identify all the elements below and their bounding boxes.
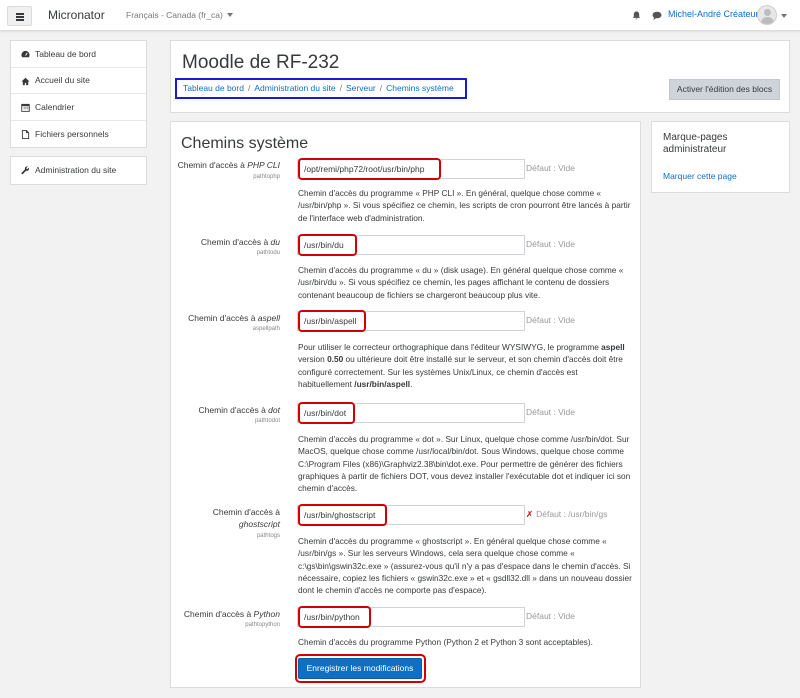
- setting-label-prefix: Chemin d'accès à: [188, 313, 258, 323]
- setting-label-pathtodot: Chemin d'accès à dot: [199, 404, 280, 416]
- setting-label-emphasis: Python: [253, 609, 280, 619]
- highlight-annotation: [295, 654, 426, 683]
- setting-key: pathtodot: [254, 418, 280, 424]
- site-name-link[interactable]: Micronator: [48, 8, 105, 22]
- drawer-item-site-admin[interactable]: Administration du site: [11, 157, 146, 184]
- setting-key: pathtogs: [256, 533, 280, 539]
- home-icon: [21, 77, 30, 85]
- breadcrumb-separator: /: [379, 83, 383, 93]
- setting-description: Chemin d'accès du programme Python (Pyth…: [298, 637, 593, 647]
- setting-description: Chemin d'accès du programme « PHP CLI ».…: [298, 188, 631, 223]
- drawer-item-label: Tableau de bord: [35, 48, 96, 59]
- description-text: .: [410, 378, 413, 389]
- bookmark-this-page-link[interactable]: Marquer cette page: [663, 171, 737, 181]
- setting-label-prefix: Chemin d'accès à: [183, 609, 254, 619]
- breadcrumb: Tableau de bord / Administration du site / S…: [175, 78, 467, 99]
- description-bold: aspell: [601, 342, 625, 352]
- setting-key: pathtopython: [245, 622, 280, 628]
- setting-label-prefix: Chemin d'accès à: [198, 405, 269, 415]
- user-menu-chevron-icon[interactable]: [781, 14, 787, 18]
- user-name[interactable]: Michel-André Créateur: [668, 9, 759, 19]
- setting-label-emphasis: aspell: [257, 313, 280, 323]
- top-navbar: Micronator Français - Canada (fr_ca) Mic…: [0, 0, 800, 31]
- bell-icon[interactable]: [632, 11, 641, 20]
- setting-description: Chemin d'accès du programme « dot ». Sur…: [298, 434, 631, 494]
- setting-label-pathtogs: Chemin d'accès à ghostscript: [190, 506, 280, 530]
- section-title: Chemins système: [181, 135, 309, 152]
- drawer-item-home[interactable]: Accueil du site: [11, 68, 146, 94]
- default-value: Défaut : Vide: [526, 611, 575, 621]
- breadcrumb-server[interactable]: Serveur: [346, 83, 376, 93]
- dashboard-icon: [21, 50, 30, 58]
- settings-form: Chemins système Chemin d'accès à PHP CLI…: [170, 121, 641, 688]
- description-text: version: [298, 354, 328, 365]
- setting-label-emphasis: PHP CLI: [247, 160, 280, 170]
- chevron-down-icon: [226, 13, 233, 17]
- language-menu[interactable]: Français - Canada (fr_ca): [126, 10, 233, 20]
- turn-editing-on-button[interactable]: Activer l'édition des blocs: [669, 79, 780, 100]
- drawer-item-private-files[interactable]: Fichiers personnels: [11, 121, 146, 148]
- highlight-annotation: [298, 606, 371, 628]
- highlight-annotation: [298, 310, 366, 332]
- language-label: Français - Canada (fr_ca): [126, 10, 223, 20]
- page-title: Moodle de RF-232: [182, 52, 340, 73]
- breadcrumb-separator: /: [339, 83, 342, 93]
- default-value: Défaut : Vide: [526, 239, 575, 249]
- menu-toggle-button[interactable]: [7, 6, 32, 26]
- breadcrumb-system-paths[interactable]: Chemins système: [386, 83, 454, 93]
- file-icon: [21, 129, 30, 139]
- default-value: Défaut : Vide: [526, 163, 575, 173]
- drawer-item-label: Fichiers personnels: [35, 128, 109, 139]
- setting-description: Chemin d'accès du programme « du » (disk…: [298, 265, 624, 300]
- setting-label-aspellpath: Chemin d'accès à aspell: [188, 312, 280, 324]
- avatar[interactable]: [757, 5, 777, 25]
- drawer-item-label: Administration du site: [35, 165, 117, 176]
- drawer-nav-main: Tableau de bord Accueil du site Calendri…: [10, 40, 147, 148]
- drawer-item-label: Calendrier: [35, 101, 75, 112]
- setting-label-pathtodu: Chemin d'accès à du: [201, 236, 280, 248]
- setting-label-emphasis: ghostscript: [238, 519, 280, 529]
- breadcrumb-site-admin[interactable]: Administration du site: [254, 83, 335, 93]
- breadcrumb-separator: /: [247, 83, 251, 93]
- drawer-nav-admin: Administration du site: [10, 156, 147, 185]
- default-value: ✗ Défaut : /usr/bin/gs: [526, 509, 607, 520]
- default-value: Défaut : Vide: [526, 315, 575, 325]
- calendar-icon: [21, 103, 30, 112]
- setting-label-emphasis: dot: [268, 405, 280, 415]
- admin-bookmarks-block: Marque-pages administrateur Marquer cett…: [651, 121, 790, 193]
- setting-label-pathtophp: Chemin d'accès à PHP CLI: [178, 159, 280, 171]
- block-title: Marque-pages administrateur: [663, 132, 728, 155]
- description-text: Pour utiliser le correcteur orthographiq…: [298, 342, 602, 352]
- warning-icon: ✗: [526, 509, 534, 519]
- setting-key: pathtophp: [253, 174, 280, 180]
- description-text: ou ultérieure doit être installé sur le …: [298, 354, 623, 389]
- highlight-annotation: [298, 234, 357, 256]
- default-value: Défaut : Vide: [526, 407, 575, 417]
- highlight-annotation: [298, 402, 355, 424]
- description-bold: /usr/bin/aspell: [354, 378, 411, 389]
- setting-key: pathtodu: [256, 250, 280, 256]
- chat-icon[interactable]: [652, 11, 662, 20]
- setting-description: Pour utiliser le correcteur orthographiq…: [298, 341, 633, 390]
- highlight-annotation: [298, 504, 387, 526]
- setting-label-prefix: Chemin d'accès à: [177, 160, 248, 170]
- wrench-icon: [21, 166, 30, 175]
- description-bold: 0.50: [327, 354, 344, 365]
- highlight-annotation: [298, 158, 441, 180]
- breadcrumb-dashboard[interactable]: Tableau de bord: [183, 83, 244, 93]
- setting-label-emphasis: du: [270, 237, 280, 247]
- setting-description: Chemin d'accès du programme « ghostscrip…: [298, 536, 632, 596]
- setting-label-prefix: Chemin d'accès à: [212, 507, 280, 517]
- setting-key: aspellpath: [252, 326, 280, 332]
- page-header: Moodle de RF-232 Tableau de bord / Adminis…: [170, 40, 790, 113]
- drawer-item-dashboard[interactable]: Tableau de bord: [11, 41, 146, 68]
- drawer-item-calendar[interactable]: Calendrier: [11, 94, 146, 121]
- drawer-item-label: Accueil du site: [35, 75, 90, 86]
- default-value-text: Défaut : /usr/bin/gs: [536, 509, 608, 519]
- setting-label-prefix: Chemin d'accès à: [200, 237, 271, 247]
- setting-label-pathtopython: Chemin d'accès à Python: [184, 608, 280, 620]
